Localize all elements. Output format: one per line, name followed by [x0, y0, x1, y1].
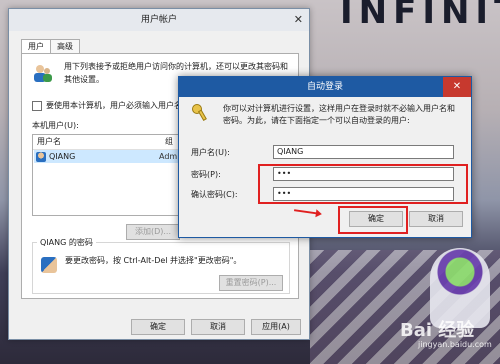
key-icon [192, 104, 207, 121]
watermark-url: jingyan.baidu.com [418, 340, 492, 349]
username-label: 用户名(U): [191, 147, 230, 157]
cancel-button[interactable]: 取消 [191, 319, 245, 335]
add-user-button[interactable]: 添加(D)... [126, 224, 180, 240]
tab-advanced[interactable]: 高级 [50, 39, 80, 53]
auto-login-title: 自动登录 [179, 77, 471, 97]
ok-button[interactable]: 确定 [131, 319, 185, 335]
auto-login-dialog: 自动登录 ✕ 你可以对计算机进行设置，这样用户在登录时就不必输入用户名和密码。为… [178, 76, 472, 238]
dialog-title: 用户帐户 [9, 9, 309, 31]
row-group: Admi [159, 152, 180, 161]
fields-highlight [258, 164, 468, 204]
require-password-label: 要使用本计算机，用户必须输入用户名和密 [46, 101, 198, 110]
password-instructions: 要更改密码，按 Ctrl-Alt-Del 并选择"更改密码"。 [65, 256, 242, 265]
apply-button[interactable]: 应用(A) [251, 319, 301, 335]
password-group-title: QIANG 的密码 [37, 237, 96, 248]
row-username: QIANG [49, 152, 76, 161]
users-icon [34, 65, 52, 82]
password-group: QIANG 的密码 要更改密码，按 Ctrl-Alt-Del 并选择"更改密码"… [32, 237, 290, 294]
ok-highlight [338, 206, 408, 234]
watermark: Bai 经验 [400, 320, 475, 341]
require-password-checkbox[interactable] [32, 100, 42, 111]
require-password-row[interactable]: 要使用本计算机，用户必须输入用户名和密 [32, 100, 198, 111]
reset-password-button[interactable]: 重置密码(P)... [219, 275, 283, 291]
background-logo: INFINIT [340, 0, 500, 32]
tab-bar: 用户 高级 [21, 39, 80, 53]
tab-users[interactable]: 用户 [21, 39, 51, 53]
user-icon [36, 151, 46, 162]
username-field[interactable]: QIANG [273, 145, 454, 159]
column-username[interactable]: 用户名 [33, 135, 161, 149]
auto-login-intro: 你可以对计算机进行设置，这样用户在登录时就不必输入用户名和密码。为此，请在下面指… [223, 104, 455, 125]
auto-login-cancel-button[interactable]: 取消 [409, 211, 463, 227]
password-icon [41, 257, 57, 273]
close-icon[interactable]: ✕ [443, 77, 471, 97]
username-row: 用户名(U): QIANG [191, 145, 454, 159]
close-icon[interactable]: ✕ [294, 13, 303, 26]
users-label: 本机用户(U): [32, 121, 79, 130]
column-group[interactable]: 组 [161, 135, 173, 149]
